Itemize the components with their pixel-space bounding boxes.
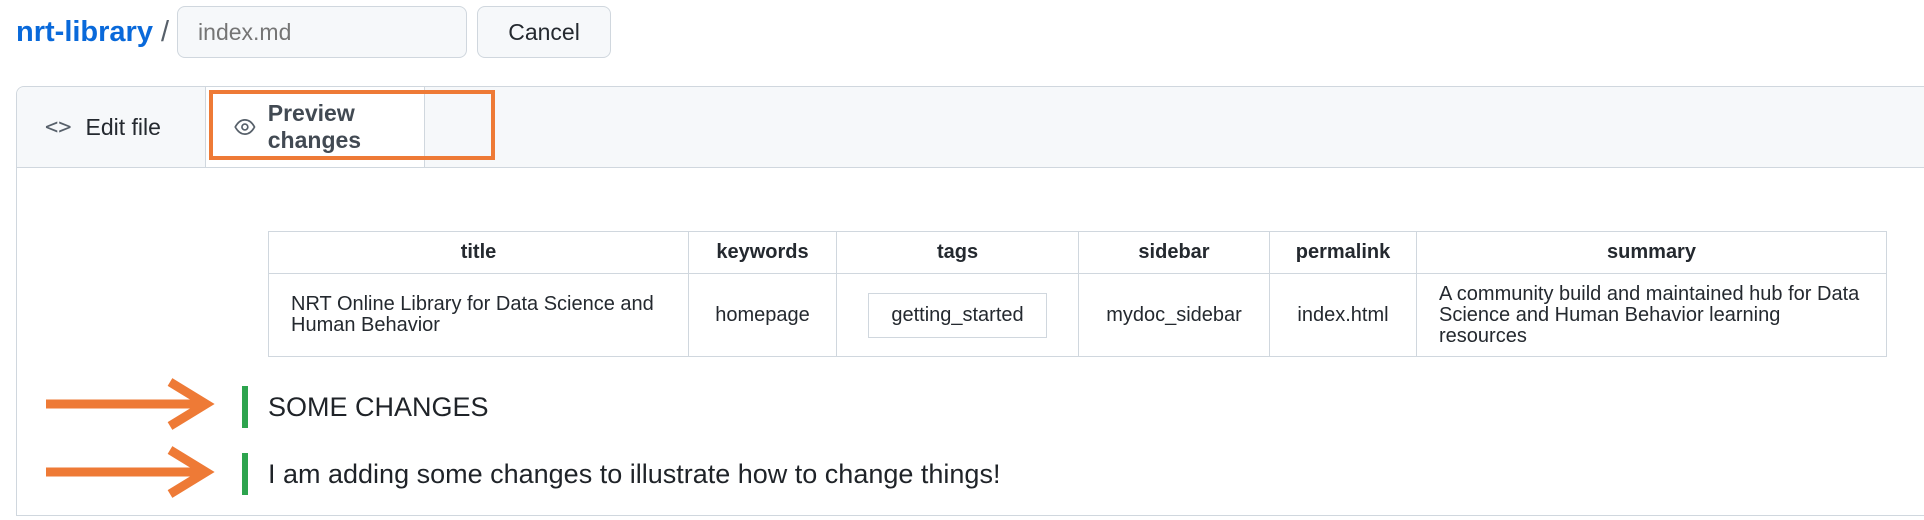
tab-edit-file-label: Edit file [85, 113, 161, 140]
breadcrumb-separator: / [160, 15, 170, 48]
column-header-tags: tags [836, 231, 1079, 274]
added-line-marker [242, 453, 248, 495]
added-line: I am adding some changes to illustrate h… [242, 453, 1000, 495]
cell-sidebar: mydoc_sidebar [1078, 273, 1270, 357]
cancel-button[interactable]: Cancel [477, 6, 612, 58]
added-line-text: I am adding some changes to illustrate h… [268, 458, 1001, 489]
tab-edit-file[interactable]: <> Edit file [45, 87, 161, 167]
column-header-summary: summary [1416, 231, 1887, 274]
cell-title: NRT Online Library for Data Science and … [268, 273, 689, 357]
table-row: NRT Online Library for Data Science and … [268, 273, 1887, 357]
cell-permalink: index.html [1269, 273, 1417, 357]
cell-tags: getting_started [836, 273, 1079, 357]
column-header-permalink: permalink [1269, 231, 1417, 274]
front-matter-table: title keywords tags sidebar permalink su… [268, 231, 1887, 357]
column-header-sidebar: sidebar [1078, 231, 1270, 274]
added-line: SOME CHANGES [242, 386, 489, 428]
annotation-arrow-icon [46, 446, 215, 498]
filename-input[interactable] [177, 6, 468, 58]
breadcrumb: nrt-library / Cancel [16, 6, 612, 58]
cell-keywords: homepage [688, 273, 837, 357]
column-header-title: title [268, 231, 689, 274]
annotation-highlight-box [209, 90, 495, 160]
table-header-row: title keywords tags sidebar permalink su… [268, 231, 1887, 274]
code-icon: <> [45, 114, 72, 140]
repo-link[interactable]: nrt-library [16, 16, 153, 49]
added-line-marker [242, 386, 248, 428]
tag-badge: getting_started [868, 292, 1047, 338]
added-line-text: SOME CHANGES [268, 391, 489, 422]
column-header-keywords: keywords [688, 231, 837, 274]
cell-summary: A community build and maintained hub for… [1416, 273, 1887, 357]
annotation-arrow-icon [46, 378, 215, 430]
